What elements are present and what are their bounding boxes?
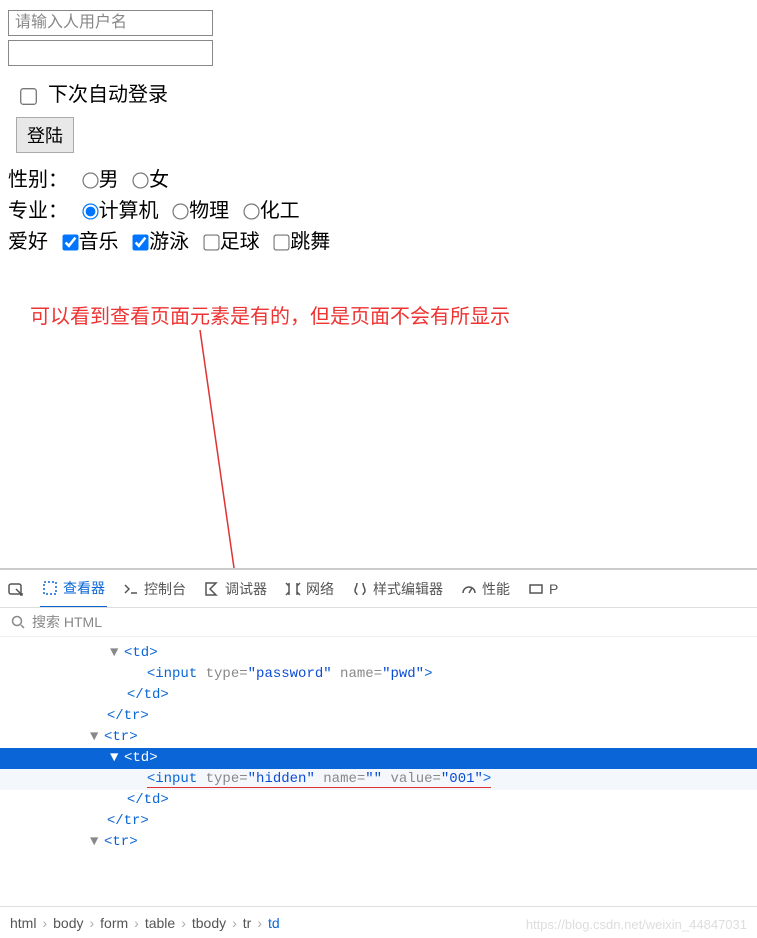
dom-line[interactable]: ▼<td> <box>0 643 757 664</box>
dom-line[interactable]: </td> <box>0 685 757 706</box>
major-row: 专业： 计算机 物理 化工 <box>8 194 749 223</box>
console-icon <box>123 581 139 597</box>
hobby-football-checkbox[interactable] <box>203 235 219 251</box>
dom-line[interactable]: <input type="hidden" name="" value="001"… <box>0 769 757 790</box>
perf-icon <box>461 581 477 597</box>
more-icon <box>528 581 544 597</box>
tab-picker[interactable] <box>6 581 26 597</box>
devtools-panel: 查看器 控制台 调试器 网络 样式编辑器 性能 P 搜索 HTML <box>0 568 757 938</box>
picker-icon <box>8 581 24 597</box>
devtools-tabs: 查看器 控制台 调试器 网络 样式编辑器 性能 P <box>0 570 757 608</box>
breadcrumb: html› body› form› table› tbody› tr› td <box>0 906 757 938</box>
crumb-tr[interactable]: tr <box>243 915 252 931</box>
network-icon <box>285 581 301 597</box>
gender-female-radio[interactable] <box>133 173 149 189</box>
dom-line[interactable]: </tr> <box>0 811 757 832</box>
major-phys-radio[interactable] <box>173 204 189 220</box>
password-input[interactable] <box>8 40 213 66</box>
dom-tree[interactable]: ▼<td> <input type="password" name="pwd">… <box>0 637 757 897</box>
tab-more[interactable]: P <box>526 581 560 597</box>
tab-inspector[interactable]: 查看器 <box>40 570 107 608</box>
crumb-table[interactable]: table <box>145 915 175 931</box>
hobby-swim-checkbox[interactable] <box>133 235 149 251</box>
dom-line[interactable]: <input type="password" name="pwd"> <box>0 664 757 685</box>
crumb-body[interactable]: body <box>53 915 83 931</box>
hobby-dance-checkbox[interactable] <box>274 235 290 251</box>
auto-login-label: 下次自动登录 <box>48 84 168 106</box>
dom-selected-line[interactable]: ▼<td> <box>0 748 757 769</box>
auto-login-checkbox[interactable] <box>20 88 37 105</box>
dom-line[interactable]: ▼<tr> <box>0 832 757 853</box>
tab-network[interactable]: 网络 <box>283 579 336 599</box>
crumb-html[interactable]: html <box>10 915 36 931</box>
tab-perf[interactable]: 性能 <box>459 579 512 599</box>
major-cs-radio[interactable] <box>82 204 98 220</box>
gender-row: 性别： 男 女 <box>8 163 749 192</box>
tab-debugger[interactable]: 调试器 <box>202 579 269 599</box>
style-icon <box>352 581 368 597</box>
devtools-search[interactable]: 搜索 HTML <box>0 608 757 637</box>
hobby-row: 爱好 音乐 游泳 足球 跳舞 <box>8 225 749 254</box>
crumb-tbody[interactable]: tbody <box>192 915 226 931</box>
dom-line[interactable]: ▼<tr> <box>0 727 757 748</box>
debugger-icon <box>204 581 220 597</box>
major-chem-radio[interactable] <box>243 204 259 220</box>
hobby-music-checkbox[interactable] <box>62 235 78 251</box>
dom-line[interactable]: </td> <box>0 790 757 811</box>
tab-console[interactable]: 控制台 <box>121 579 188 599</box>
username-input[interactable] <box>8 10 213 36</box>
inspector-icon <box>42 580 58 596</box>
login-button[interactable]: 登陆 <box>16 117 74 153</box>
crumb-form[interactable]: form <box>100 915 128 931</box>
gender-male-radio[interactable] <box>82 173 98 189</box>
crumb-td[interactable]: td <box>268 915 280 931</box>
tab-style[interactable]: 样式编辑器 <box>350 579 445 599</box>
annotation-text: 可以看到查看页面元素是有的，但是页面不会有所显示 <box>30 300 510 329</box>
form-area: 下次自动登录 登陆 性别： 男 女 专业： 计算机 物理 化工 爱好 音乐 游泳… <box>0 0 757 254</box>
dom-line[interactable]: </tr> <box>0 706 757 727</box>
search-icon <box>10 614 26 630</box>
